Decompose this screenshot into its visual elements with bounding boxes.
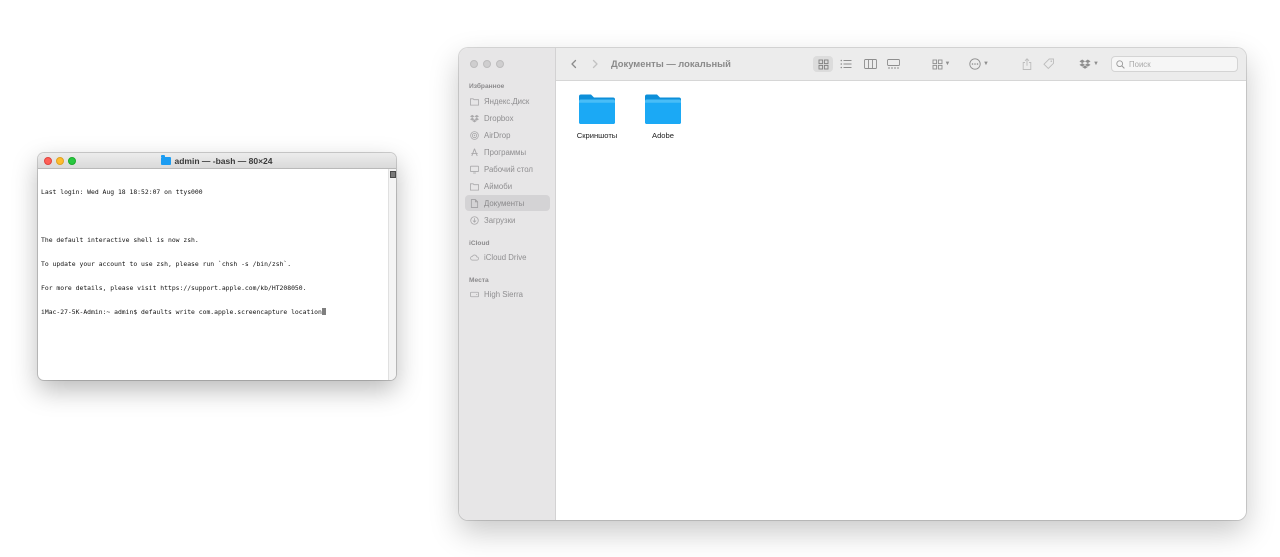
sidebar-item-icloud-drive[interactable]: iCloud Drive (465, 249, 550, 265)
chevron-left-icon (571, 59, 577, 69)
cloud-icon (470, 253, 479, 261)
sidebar-item-documents[interactable]: Документы (465, 195, 550, 211)
text-cursor (321, 308, 326, 315)
folder-label: Adobe (652, 131, 674, 140)
finder-window[interactable]: Избранное Яндекс.Диск Dropbox AirDrop Пр… (459, 48, 1246, 520)
folder-icon (470, 97, 479, 106)
sidebar-item-label: Яндекс.Диск (484, 96, 530, 106)
file-area[interactable]: Скриншоты Adobe (556, 81, 1246, 520)
sidebar-item-label: Рабочий стол (484, 164, 533, 174)
close-button[interactable] (470, 60, 478, 68)
terminal-line: Last login: Wed Aug 18 18:52:07 on ttys0… (41, 188, 203, 196)
sidebar-item-applications[interactable]: Программы (465, 144, 550, 160)
folder-icon (644, 93, 682, 125)
terminal-line: To update your account to use zsh, pleas… (41, 260, 292, 268)
terminal-titlebar[interactable]: admin — -bash — 80×24 (38, 153, 396, 169)
sidebar-item-label: iCloud Drive (484, 252, 527, 262)
tag-icon (1043, 58, 1054, 70)
dropbox-icon (1079, 59, 1091, 69)
action-menu-button[interactable]: ▼ (966, 56, 992, 72)
dropbox-icon (470, 114, 479, 122)
finder-toolbar: Документы — локальный ▼ ▼ ▼ Поиск (556, 48, 1246, 81)
airdrop-icon (470, 130, 479, 140)
sidebar-item-yandex-disk[interactable]: Яндекс.Диск (465, 93, 550, 109)
search-icon (1116, 59, 1125, 69)
sidebar-section-locations: Места (469, 277, 489, 284)
back-button[interactable] (567, 57, 581, 71)
close-button[interactable] (44, 157, 52, 165)
folder-icon (161, 155, 172, 165)
terminal-title-text: admin — -bash — 80×24 (174, 155, 273, 166)
scrollbar-thumb[interactable] (390, 171, 396, 178)
sidebar-item-label: Программы (484, 147, 527, 157)
document-icon (470, 198, 479, 208)
downloads-icon (470, 215, 479, 225)
terminal-output[interactable]: Last login: Wed Aug 18 18:52:07 on ttys0… (38, 169, 388, 380)
columns-icon (863, 59, 877, 69)
terminal-prompt-line[interactable]: iMac-27-5K-Admin:~ admin$ defaults write… (41, 308, 385, 316)
terminal-title: admin — -bash — 80×24 (38, 155, 396, 166)
ellipsis-circle-icon (969, 58, 981, 70)
terminal-line: The default interactive shell is now zsh… (41, 236, 199, 244)
forward-button[interactable] (588, 57, 602, 71)
sidebar-item-label: Dropbox (484, 113, 514, 123)
list-view-button[interactable] (836, 56, 856, 72)
chevron-down-icon: ▼ (944, 61, 951, 67)
sidebar-item-aimobi[interactable]: Аймоби (465, 178, 550, 194)
folder-icon (470, 182, 479, 191)
zoom-button[interactable] (496, 60, 504, 68)
chevron-down-icon: ▼ (983, 61, 989, 67)
chevron-right-icon (592, 59, 598, 69)
terminal-prompt-text: iMac-27-5K-Admin:~ admin$ defaults write… (41, 308, 322, 316)
sidebar-item-label: Загрузки (484, 215, 516, 225)
sidebar-item-label: Аймоби (484, 181, 513, 191)
window-title: Документы — локальный (611, 58, 731, 69)
disk-icon (470, 290, 479, 298)
folder-label: Скриншоты (576, 131, 618, 140)
group-grid-icon (932, 59, 942, 69)
folder-icon (578, 93, 616, 125)
sidebar-item-label: High Sierra (484, 289, 523, 299)
sidebar-item-airdrop[interactable]: AirDrop (465, 127, 550, 143)
desktop: admin — -bash — 80×24 Last login: Wed Au… (0, 0, 1280, 557)
sidebar-item-dropbox[interactable]: Dropbox (465, 110, 550, 126)
minimize-button[interactable] (56, 157, 64, 165)
column-view-button[interactable] (860, 56, 880, 72)
minimize-button[interactable] (483, 60, 491, 68)
grid-icon (818, 59, 828, 69)
sidebar-item-label: Документы (484, 198, 525, 208)
gallery-view-button[interactable] (883, 56, 903, 72)
desktop-icon (470, 165, 479, 173)
window-controls (44, 157, 76, 165)
sidebar-item-downloads[interactable]: Загрузки (465, 212, 550, 228)
sidebar-item-label: AirDrop (484, 130, 511, 140)
sidebar-item-high-sierra[interactable]: High Sierra (465, 286, 550, 302)
search-field[interactable] (1111, 56, 1238, 72)
chevron-down-icon: ▼ (1093, 61, 1099, 67)
sidebar-section-icloud: iCloud (469, 240, 490, 247)
dropbox-menu-button[interactable]: ▼ (1076, 56, 1102, 72)
group-by-button[interactable]: ▼ (928, 56, 954, 72)
terminal-line: For more details, please visit https://s… (41, 284, 307, 292)
list-icon (840, 59, 852, 69)
sidebar-item-desktop[interactable]: Рабочий стол (465, 161, 550, 177)
share-icon (1022, 58, 1032, 70)
search-input[interactable] (1129, 59, 1229, 69)
terminal-window[interactable]: admin — -bash — 80×24 Last login: Wed Au… (38, 153, 396, 380)
window-controls (470, 60, 504, 68)
finder-sidebar: Избранное Яндекс.Диск Dropbox AirDrop Пр… (459, 48, 556, 520)
sidebar-section-favorites: Избранное (469, 83, 505, 90)
folder-item-adobe[interactable]: Adobe (632, 93, 694, 140)
gallery-icon (886, 59, 900, 69)
icon-view-button[interactable] (813, 56, 833, 72)
applications-icon (470, 148, 479, 156)
tags-button[interactable] (1040, 56, 1058, 72)
folder-item-screenshots[interactable]: Скриншоты (566, 93, 628, 140)
share-button[interactable] (1018, 56, 1036, 72)
zoom-button[interactable] (68, 157, 76, 165)
terminal-scrollbar[interactable] (388, 169, 396, 380)
